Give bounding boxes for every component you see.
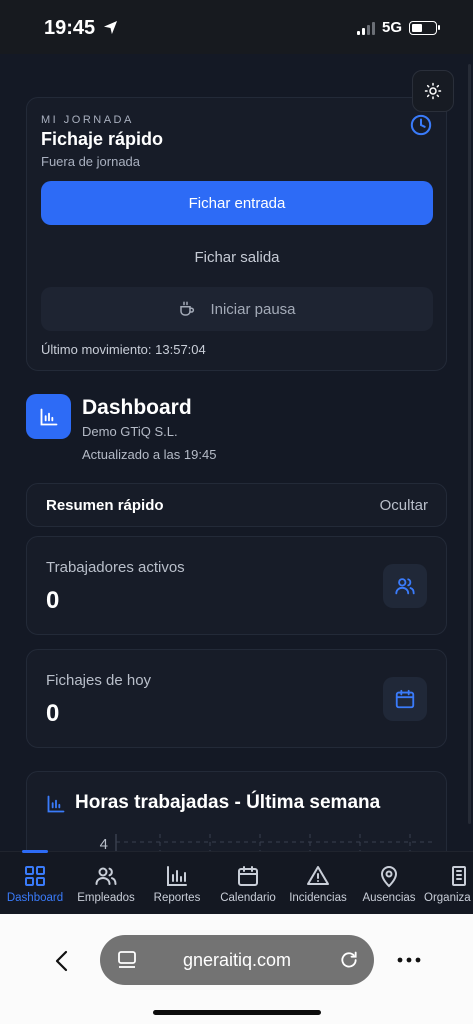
dashboard-header: Dashboard Demo GTiQ S.L. Actualizado a l… bbox=[26, 394, 447, 474]
stat-label: Fichajes de hoy bbox=[46, 672, 152, 689]
reload-icon[interactable] bbox=[339, 950, 359, 970]
url-text: gneraitiq.com bbox=[182, 950, 292, 970]
status-bar: 19:45 5G bbox=[0, 0, 473, 54]
bottom-navigation: Dashboard Empleados Reportes Calendario … bbox=[0, 850, 473, 914]
nav-label: Calendario bbox=[220, 892, 276, 904]
address-bar[interactable]: gneraitiq.com bbox=[100, 935, 374, 985]
signal-icon bbox=[356, 21, 375, 35]
jornada-overline: MI JORNADA bbox=[41, 114, 134, 126]
stat-value: 0 bbox=[46, 587, 60, 614]
bar-chart-icon bbox=[47, 795, 65, 813]
nav-item-reportes[interactable]: Reportes bbox=[137, 864, 217, 904]
scrollbar[interactable] bbox=[468, 64, 471, 824]
theme-toggle-button[interactable] bbox=[412, 70, 454, 112]
users-icon bbox=[383, 564, 427, 608]
map-pin-icon bbox=[380, 866, 398, 888]
stat-label: Trabajadores activos bbox=[46, 559, 185, 576]
dashboard-chart-icon bbox=[26, 394, 71, 439]
browser-toolbar: gneraitiq.com bbox=[0, 914, 473, 1024]
start-break-label: Iniciar pausa bbox=[210, 300, 296, 318]
nav-item-dashboard[interactable]: Dashboard bbox=[0, 864, 75, 904]
nav-item-ausencias[interactable]: Ausencias bbox=[349, 864, 429, 904]
nav-label: Empleados bbox=[77, 892, 135, 904]
nav-label: Organiza bbox=[424, 892, 471, 904]
jornada-card: MI JORNADA Fichaje rápido Fuera de jorna… bbox=[26, 97, 447, 371]
y-tick-label: 4 bbox=[100, 836, 108, 851]
updated-time: Actualizado a las 19:45 bbox=[82, 447, 217, 462]
quick-summary-title: Resumen rápido bbox=[46, 497, 164, 514]
chart-title: Horas trabajadas - Última semana bbox=[75, 792, 381, 813]
active-tab-indicator bbox=[22, 850, 48, 853]
quick-summary-header: Resumen rápido Ocultar bbox=[26, 483, 447, 527]
clock-icon bbox=[410, 114, 432, 136]
grid-icon bbox=[25, 866, 45, 886]
nav-label: Ausencias bbox=[362, 892, 416, 904]
more-icon[interactable] bbox=[397, 957, 421, 963]
sun-icon bbox=[424, 82, 442, 100]
calendar-icon bbox=[383, 677, 427, 721]
battery-icon bbox=[409, 20, 440, 35]
network-type: 5G bbox=[381, 19, 402, 36]
last-movement: Último movimiento: 13:57:04 bbox=[41, 342, 206, 357]
location-arrow-icon bbox=[103, 20, 118, 35]
company-name: Demo GTiQ S.L. bbox=[82, 424, 178, 439]
status-time: 19:45 bbox=[44, 17, 96, 39]
stat-card-today-clockings: Fichajes de hoy 0 bbox=[26, 649, 447, 748]
bar-chart-icon bbox=[167, 866, 187, 886]
coffee-icon bbox=[180, 301, 195, 316]
app-content: MI JORNADA Fichaje rápido Fuera de jorna… bbox=[0, 54, 473, 851]
clock-in-button[interactable]: Fichar entrada bbox=[41, 181, 433, 225]
nav-label: Incidencias bbox=[289, 892, 347, 904]
start-break-button[interactable]: Iniciar pausa bbox=[41, 287, 433, 331]
stat-value: 0 bbox=[46, 700, 60, 727]
jornada-status: Fuera de jornada bbox=[41, 154, 141, 169]
nav-item-calendario[interactable]: Calendario bbox=[208, 864, 288, 904]
home-indicator bbox=[153, 1010, 321, 1015]
stat-card-active-workers: Trabajadores activos 0 bbox=[26, 536, 447, 635]
building-icon bbox=[452, 866, 466, 886]
nav-item-organiza[interactable]: Organiza bbox=[420, 864, 473, 904]
nav-item-empleados[interactable]: Empleados bbox=[66, 864, 146, 904]
hours-chart: 4 bbox=[100, 834, 435, 851]
clock-out-button[interactable]: Fichar salida bbox=[41, 235, 433, 279]
jornada-title: Fichaje rápido bbox=[41, 129, 164, 149]
nav-label: Reportes bbox=[153, 892, 201, 904]
warning-icon bbox=[307, 866, 329, 885]
users-icon bbox=[95, 867, 117, 885]
nav-item-incidencias[interactable]: Incidencias bbox=[278, 864, 358, 904]
nav-label: Dashboard bbox=[6, 892, 64, 904]
calendar-icon bbox=[238, 866, 258, 886]
page-title: Dashboard bbox=[82, 396, 192, 419]
back-icon[interactable] bbox=[53, 950, 71, 972]
hide-summary-button[interactable]: Ocultar bbox=[380, 497, 428, 514]
